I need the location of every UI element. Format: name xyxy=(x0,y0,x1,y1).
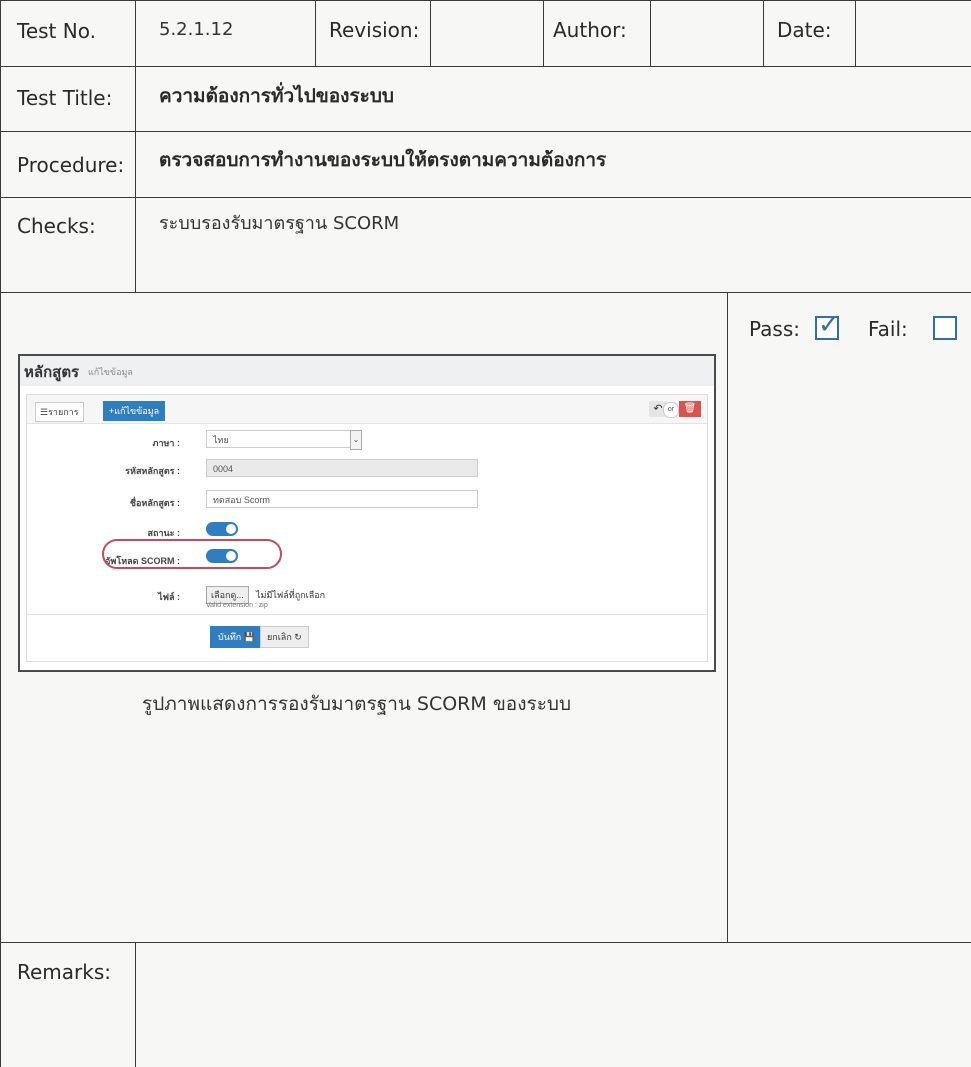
remarks-label: Remarks: xyxy=(17,960,112,984)
row-divider-3 xyxy=(0,197,971,198)
status-label: สถานะ : xyxy=(147,528,180,538)
col-divider-author xyxy=(543,0,544,66)
row-divider-5 xyxy=(0,942,971,943)
check-mark-icon: ✓ xyxy=(818,310,840,340)
col-divider-result xyxy=(727,292,728,942)
cancel-button: ยกเลิก ↻ xyxy=(260,626,309,648)
form-divider xyxy=(26,614,708,615)
chevron-down-icon: ⌄ xyxy=(350,430,362,450)
col-divider-main xyxy=(135,0,136,292)
row-divider-2 xyxy=(0,131,971,132)
checks-value: ระบบรองรับมาตรฐาน SCORM xyxy=(159,213,400,234)
date-label: Date: xyxy=(777,18,832,42)
pass-checkbox[interactable]: ✓ xyxy=(815,310,840,340)
file-extension-hint: Valid extension : zip xyxy=(206,602,268,609)
col-divider-date-value xyxy=(855,0,856,66)
course-name-label: ชื่อหลักสูตร : xyxy=(129,498,180,508)
file-label: ไฟล์ : xyxy=(158,592,180,602)
revision-label: Revision: xyxy=(329,18,420,42)
row-divider-1 xyxy=(0,66,971,67)
procedure-label: Procedure: xyxy=(17,153,125,177)
test-title-label: Test Title: xyxy=(17,86,113,110)
language-select: ไทย xyxy=(206,430,360,448)
col-divider-revision xyxy=(315,0,316,66)
course-code-label: รหัสหลักสูตร : xyxy=(125,466,180,476)
test-title-value: ความต้องการทั่วไปของระบบ xyxy=(159,85,394,107)
row-divider-4 xyxy=(0,292,971,293)
fail-label: Fail: xyxy=(868,317,908,341)
language-label: ภาษา : xyxy=(152,438,180,448)
course-code-field: 0004 xyxy=(206,459,478,477)
embedded-screenshot: หลักสูตร แก้ไขข้อมูล ☰รายการ +แก้ไขข้อมู… xyxy=(18,354,716,672)
save-button: บันทึก 💾 xyxy=(210,626,263,648)
trash-icon: 🗑 xyxy=(679,401,701,417)
or-badge: or xyxy=(663,402,679,418)
test-case-form: Test No. 5.2.1.12 Revision: Author: Date… xyxy=(0,0,971,1067)
col-divider-revision-value xyxy=(430,0,431,66)
col-divider-label xyxy=(0,0,1,1067)
file-status-text: ไม่มีไฟล์ที่ถูกเลือก xyxy=(256,590,326,600)
figure-caption: รูปภาพแสดงการรองรับมาตรฐาน SCORM ของระบบ xyxy=(142,693,572,715)
pass-label: Pass: xyxy=(749,317,800,341)
fail-checkbox[interactable] xyxy=(933,316,957,340)
col-divider-date xyxy=(763,0,764,66)
procedure-value: ตรวจสอบการทำงานของระบบให้ตรงตามความต้องก… xyxy=(159,149,607,171)
col-divider-remarks xyxy=(135,942,136,1067)
border-top xyxy=(0,0,971,1)
test-no-label: Test No. xyxy=(17,19,96,43)
scorm-highlight-ring xyxy=(102,539,282,569)
status-toggle xyxy=(206,522,238,536)
edit-button: +แก้ไขข้อมูล xyxy=(103,401,166,421)
test-no-value: 5.2.1.12 xyxy=(159,19,234,40)
author-label: Author: xyxy=(553,18,627,42)
screenshot-title: หลักสูตร xyxy=(24,364,80,381)
list-button: ☰รายการ xyxy=(35,402,84,422)
checks-label: Checks: xyxy=(17,214,96,238)
col-divider-author-value xyxy=(650,0,651,66)
screenshot-subtitle: แก้ไขข้อมูล xyxy=(88,367,133,377)
course-name-field: ทดสอบ Scorm xyxy=(206,490,478,508)
